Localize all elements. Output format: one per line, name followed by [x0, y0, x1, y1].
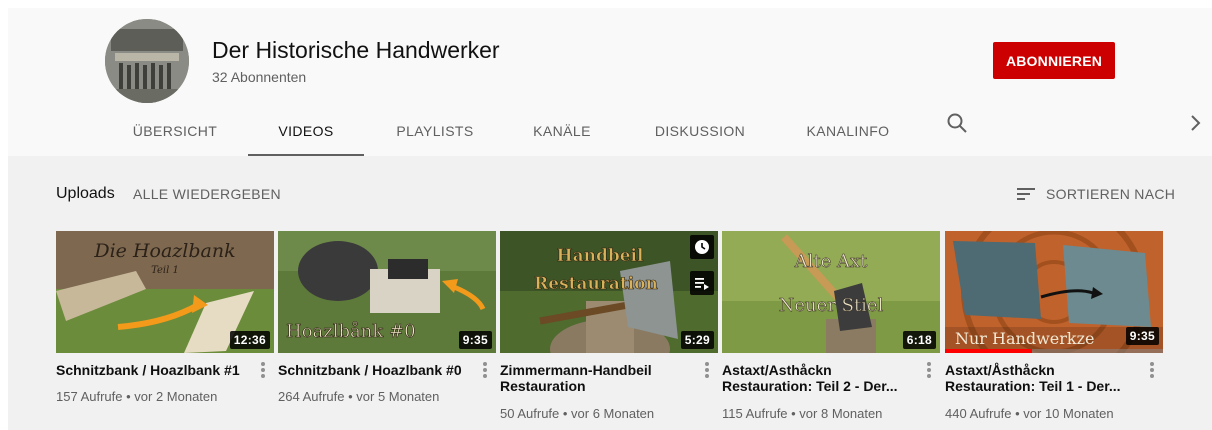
watch-progress-bar [945, 349, 1033, 353]
video-card: Nur Handwerkze 9:35 Astaxt/Åsthåckn Rest… [945, 231, 1163, 421]
channel-name: Der Historische Handwerker [212, 37, 500, 63]
thumbnail-title: Alte Axt [794, 251, 869, 272]
thumbnail-title: Die Hoazlbank [93, 240, 235, 262]
thumbnail-subtitle: Neuer Stiel [779, 295, 884, 316]
tab-videos[interactable]: VIDEOS [248, 108, 364, 156]
video-card: Die Hoazlbank Teil 1 12:36 Schnitzbank /… [56, 231, 274, 404]
channel-header: Der Historische Handwerker 32 Abonnenten… [8, 8, 1212, 156]
video-thumbnail[interactable]: Hoazlbånk #0 9:35 [278, 231, 496, 353]
add-to-queue-icon[interactable] [690, 271, 714, 295]
more-vert-icon[interactable] [482, 362, 488, 380]
video-thumbnail[interactable]: Alte Axt Neuer Stiel 6:18 [722, 231, 940, 353]
thumbnail-subtitle: Teil 1 [151, 265, 179, 276]
thumbnail-title: Handbeil [557, 246, 644, 266]
video-meta: 264 Aufrufe • vor 5 Monaten [278, 389, 440, 404]
video-card: Alte Axt Neuer Stiel 6:18 Astaxt/Asthåck… [722, 231, 940, 421]
video-meta: 115 Aufrufe • vor 8 Monaten [722, 406, 883, 421]
sort-icon [1017, 188, 1035, 200]
video-duration: 9:35 [1125, 327, 1159, 345]
video-duration: 9:35 [458, 331, 492, 349]
subscribe-button[interactable]: ABONNIEREN [993, 42, 1115, 79]
channel-tabs: ÜBERSICHT VIDEOS PLAYLISTS KANÄLE DISKUS… [8, 108, 1212, 156]
subscriber-count: 32 Abonnenten [212, 69, 307, 85]
video-thumbnail[interactable]: Die Hoazlbank Teil 1 12:36 [56, 231, 274, 353]
thumbnail-title: Hoazlbånk #0 [286, 320, 416, 342]
sort-label: SORTIEREN NACH [1046, 186, 1176, 202]
video-meta: 50 Aufrufe • vor 6 Monaten [500, 406, 655, 421]
tab-about[interactable]: KANALINFO [798, 108, 898, 156]
tab-channels[interactable]: KANÄLE [520, 108, 604, 156]
more-vert-icon[interactable] [926, 362, 932, 380]
video-thumbnail[interactable]: Nur Handwerkze 9:35 [945, 231, 1163, 353]
uploads-label: Uploads [56, 185, 115, 202]
video-duration: 6:18 [902, 331, 936, 349]
video-duration: 12:36 [229, 331, 270, 349]
channel-avatar[interactable] [105, 19, 189, 103]
video-meta: 157 Aufrufe • vor 2 Monaten [56, 389, 218, 404]
watch-later-icon[interactable] [690, 235, 714, 259]
video-title[interactable]: Astaxt/Asthåckn Restauration: Teil 2 - D… [722, 362, 917, 394]
video-title[interactable]: Schnitzbank / Hoazlbank #1 [56, 362, 251, 378]
play-all-button[interactable]: ALLE WIEDERGEBEN [133, 186, 281, 202]
more-vert-icon[interactable] [260, 362, 266, 380]
video-card: Handbeil Restauration 5:29 Zimmermann-Ha… [500, 231, 718, 421]
video-title[interactable]: Astaxt/Åsthåckn Restauration: Teil 1 - D… [945, 362, 1140, 394]
chevron-right-icon[interactable] [1188, 113, 1202, 133]
thumbnail-title: Nur Handwerkze [955, 329, 1094, 348]
tab-overview[interactable]: ÜBERSICHT [128, 108, 222, 156]
video-card: Hoazlbånk #0 9:35 Schnitzbank / Hoazlban… [278, 231, 496, 404]
more-vert-icon[interactable] [704, 362, 710, 380]
video-duration: 5:29 [680, 331, 714, 349]
tab-playlists[interactable]: PLAYLISTS [388, 108, 482, 156]
search-icon[interactable] [946, 112, 968, 134]
video-meta: 440 Aufrufe • vor 10 Monaten [945, 406, 1114, 421]
tab-discussion[interactable]: DISKUSSION [648, 108, 752, 156]
sort-button[interactable]: SORTIEREN NACH [1016, 182, 1175, 206]
video-thumbnail[interactable]: Handbeil Restauration 5:29 [500, 231, 718, 353]
thumbnail-subtitle: Restauration [534, 274, 658, 294]
video-title[interactable]: Zimmermann-Handbeil Restauration [500, 362, 695, 394]
video-title[interactable]: Schnitzbank / Hoazlbank #0 [278, 362, 473, 378]
more-vert-icon[interactable] [1149, 362, 1155, 380]
